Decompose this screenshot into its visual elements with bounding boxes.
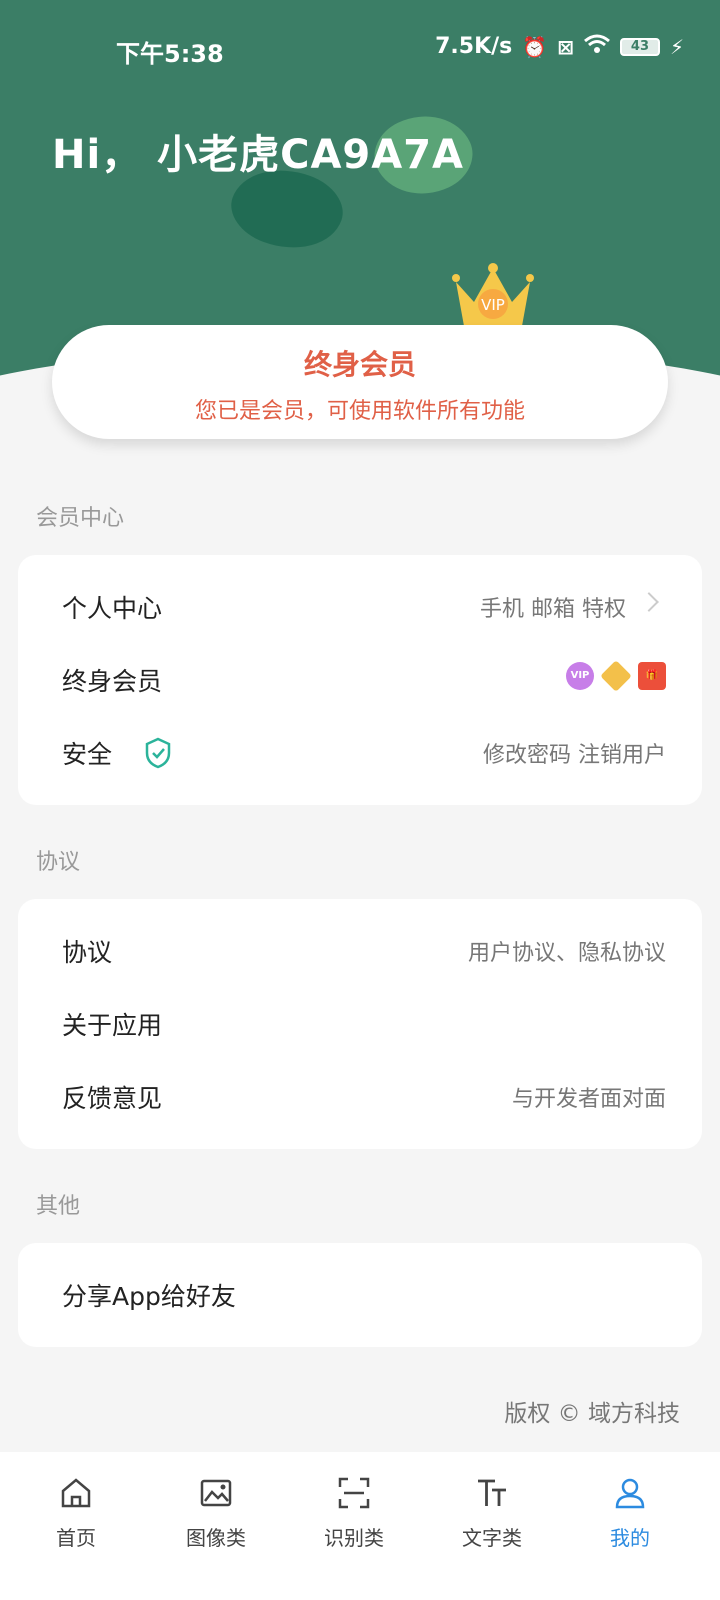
wifi-icon	[583, 34, 610, 59]
row-title: 分享App给好友	[62, 1282, 236, 1311]
charging-icon: ⚡	[669, 34, 684, 59]
row-agreement[interactable]: 协议 用户协议、隐私协议	[18, 915, 702, 988]
row-value: 手机 邮箱 特权	[480, 597, 626, 622]
row-title: 终身会员	[62, 667, 163, 696]
tab-text[interactable]: 文字类	[432, 1476, 552, 1551]
vip-crown-icon: VIP	[452, 263, 534, 326]
image-icon	[200, 1479, 232, 1507]
tab-recognize[interactable]: 识别类	[294, 1476, 414, 1551]
row-title: 反馈意见	[62, 1084, 163, 1113]
no-sim-icon: ⊠	[557, 34, 574, 59]
chevron-right-icon	[639, 592, 659, 612]
row-title: 协议	[62, 938, 113, 967]
gift-icon: 🎁	[638, 662, 666, 690]
row-title: 个人中心	[62, 594, 163, 623]
tab-image[interactable]: 图像类	[156, 1476, 276, 1551]
greeting-text: Hi， 小老虎CA9A7A	[52, 132, 465, 178]
svg-text:VIP: VIP	[481, 296, 505, 314]
vip-subtitle: 您已是会员，可使用软件所有功能	[194, 399, 525, 424]
vip-title: 终身会员	[303, 348, 416, 381]
tab-label: 我的	[610, 1526, 650, 1550]
tab-label: 首页	[56, 1526, 96, 1550]
status-bar: 下午5:38 7.5K/s ⏰ ⊠ 43 ⚡	[0, 0, 720, 96]
copyright-text: 版权 © 域方科技	[504, 1401, 680, 1427]
battery-icon: 43	[619, 37, 660, 56]
shield-icon	[145, 737, 171, 769]
row-security[interactable]: 安全 修改密码 注销用户	[18, 717, 702, 790]
section-label-other: 其他	[36, 1194, 81, 1219]
bottom-tab-bar: 首页 图像类 识别类 文字类 我的	[0, 1452, 720, 1600]
status-time: 下午5:38	[116, 40, 224, 68]
member-card: 个人中心 手机 邮箱 特权 终身会员 VIP 🎁 安全 修改密码 注销用户	[18, 555, 702, 805]
row-title: 安全	[62, 740, 113, 769]
other-card: 分享App给好友	[18, 1243, 702, 1347]
scan-icon	[338, 1477, 370, 1509]
row-value[interactable]: 修改密码 注销用户	[483, 737, 666, 769]
agreement-card: 协议 用户协议、隐私协议 关于应用 反馈意见 与开发者面对面	[18, 899, 702, 1149]
tab-label: 文字类	[462, 1526, 522, 1550]
member-badges: VIP 🎁	[566, 660, 666, 692]
tab-label: 识别类	[324, 1526, 384, 1550]
row-lifetime-member[interactable]: 终身会员 VIP 🎁	[18, 644, 702, 717]
home-icon	[61, 1478, 91, 1508]
alarm-icon: ⏰	[522, 34, 548, 59]
row-value: 与开发者面对面	[511, 1087, 666, 1112]
row-personal-center[interactable]: 个人中心 手机 邮箱 特权	[18, 571, 702, 644]
text-icon	[478, 1479, 506, 1506]
row-feedback[interactable]: 反馈意见 与开发者面对面	[18, 1061, 702, 1134]
net-speed: 7.5K/s	[435, 34, 513, 59]
tab-mine[interactable]: 我的	[570, 1476, 690, 1551]
vip-card[interactable]: 终身会员 您已是会员，可使用软件所有功能	[52, 325, 668, 439]
tab-home[interactable]: 首页	[16, 1476, 136, 1551]
user-icon	[615, 1478, 645, 1509]
tab-label: 图像类	[186, 1526, 246, 1550]
row-about[interactable]: 关于应用	[18, 988, 702, 1061]
section-label-member: 会员中心	[36, 506, 125, 531]
vip-badge-icon: VIP	[566, 662, 594, 690]
diamond-icon	[600, 660, 632, 692]
section-label-agreement: 协议	[36, 850, 81, 875]
status-right: 7.5K/s ⏰ ⊠ 43 ⚡	[435, 34, 684, 59]
row-share-app[interactable]: 分享App给好友	[18, 1259, 702, 1332]
row-value: 用户协议、隐私协议	[467, 941, 666, 966]
row-title: 关于应用	[62, 1011, 163, 1040]
